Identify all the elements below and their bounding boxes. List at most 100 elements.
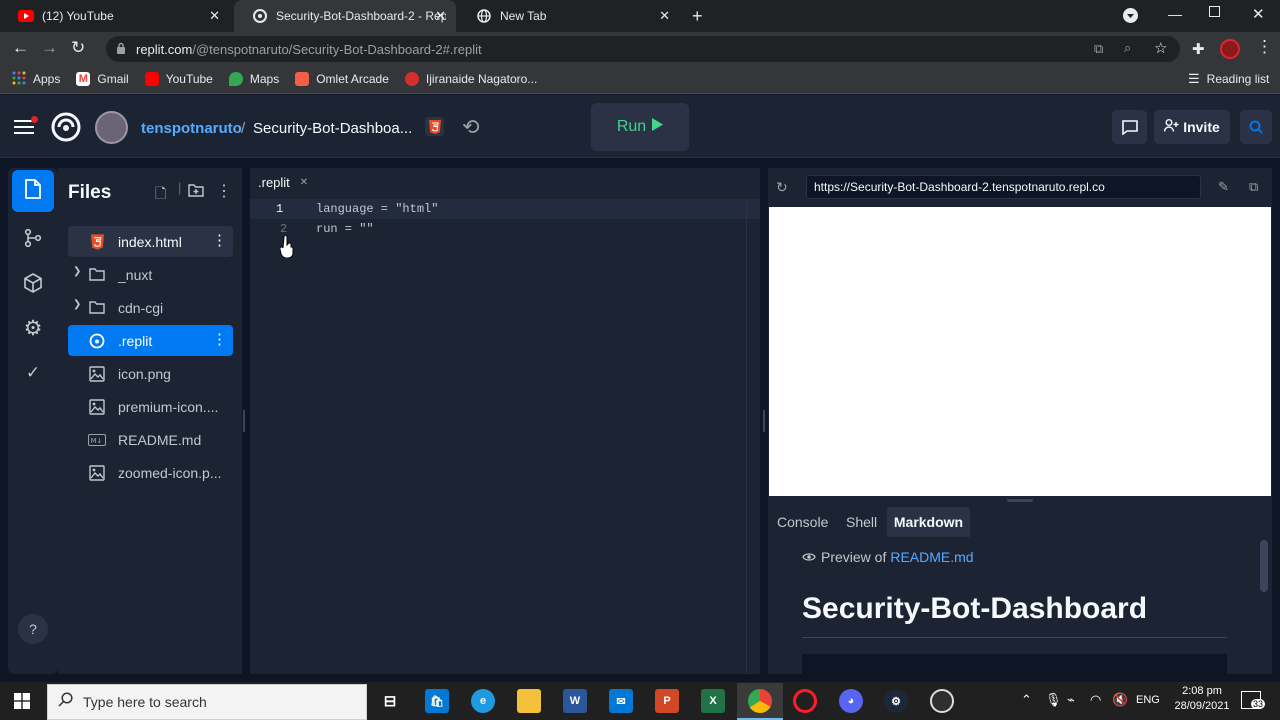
- panel-resize-handle[interactable]: [243, 410, 245, 432]
- chat-icon[interactable]: [1112, 110, 1147, 144]
- preview-file-link[interactable]: README.md: [890, 549, 973, 565]
- folder-item-nuxt[interactable]: ❯ _nuxt: [68, 259, 233, 290]
- refresh-icon[interactable]: ↻: [776, 179, 788, 196]
- repl-name[interactable]: Security-Bot-Dashboa...: [253, 120, 412, 137]
- new-tab-icon[interactable]: +: [692, 6, 703, 27]
- edit-pencil-icon[interactable]: ✎: [1218, 179, 1229, 195]
- restore-icon[interactable]: [1209, 6, 1220, 17]
- packages-icon[interactable]: [21, 271, 45, 295]
- power-icon[interactable]: ⌁: [1067, 692, 1075, 708]
- steam-icon[interactable]: ⚙: [884, 689, 908, 713]
- chevron-right-icon[interactable]: ❯: [73, 266, 81, 277]
- bookmark-star-icon[interactable]: ☆: [1154, 39, 1167, 57]
- editor-tab-replit[interactable]: .replit ✕: [250, 168, 320, 198]
- reload-icon[interactable]: ↻: [71, 38, 85, 58]
- files-tool-button[interactable]: [12, 170, 54, 212]
- preview-scrollbar[interactable]: [1260, 540, 1268, 592]
- mail-icon[interactable]: ✉: [609, 689, 633, 713]
- bookmark-gmail[interactable]: M Gmail: [76, 72, 129, 86]
- tray-chevron-up-icon[interactable]: ⌃: [1021, 692, 1032, 708]
- minimize-icon[interactable]: —: [1168, 6, 1182, 22]
- version-control-icon[interactable]: [21, 226, 45, 250]
- tab-shell[interactable]: Shell: [846, 514, 877, 530]
- notifications-icon[interactable]: 33: [1241, 691, 1266, 709]
- replit-logo-icon[interactable]: [50, 111, 82, 143]
- help-button[interactable]: ?: [18, 614, 48, 644]
- tab-new-tab[interactable]: New Tab ✕: [458, 0, 680, 32]
- profile-avatar[interactable]: [1220, 39, 1240, 59]
- file-item-icon-png[interactable]: icon.png: [68, 358, 233, 389]
- file-explorer-icon[interactable]: [517, 689, 541, 713]
- close-editor-tab-icon[interactable]: ✕: [300, 177, 308, 188]
- file-menu-icon[interactable]: ⋮: [212, 233, 227, 249]
- microphone-icon[interactable]: 🎙: [1045, 692, 1062, 708]
- run-button[interactable]: Run: [591, 103, 689, 151]
- address-bar[interactable]: replit.com /@tenspotnaruto/Security-Bot-…: [106, 36, 1180, 62]
- history-icon[interactable]: ⟲: [462, 115, 480, 140]
- webview-url-input[interactable]: https://Security-Bot-Dashboard-2.tenspot…: [806, 175, 1201, 199]
- bookmark-maps[interactable]: Maps: [228, 72, 279, 86]
- tab-youtube[interactable]: (12) YouTube ✕: [0, 0, 230, 32]
- bookmark-youtube[interactable]: YouTube: [144, 72, 213, 86]
- open-new-window-icon[interactable]: ⧉: [1249, 179, 1258, 195]
- tab-markdown[interactable]: Markdown: [887, 507, 970, 537]
- opera-icon[interactable]: [793, 689, 817, 713]
- user-avatar[interactable]: [95, 111, 128, 144]
- tab-replit[interactable]: Security-Bot-Dashboard-2 - Repl ✕: [234, 0, 456, 32]
- webview-frame[interactable]: [769, 207, 1271, 496]
- editor-scrollbar[interactable]: [746, 199, 760, 674]
- open-in-app-icon[interactable]: ⧉: [1094, 41, 1103, 57]
- file-menu-icon[interactable]: ⋮: [212, 332, 227, 348]
- powerpoint-icon[interactable]: P: [655, 689, 679, 713]
- discord-icon[interactable]: ◕: [839, 689, 863, 713]
- volume-muted-icon[interactable]: 🔇: [1112, 692, 1128, 708]
- username-link[interactable]: tenspotnaruto: [141, 120, 242, 137]
- forward-icon[interactable]: →: [41, 38, 58, 58]
- obs-icon[interactable]: [930, 689, 954, 713]
- word-icon[interactable]: W: [563, 689, 587, 713]
- tab-search-icon[interactable]: [1123, 8, 1138, 23]
- settings-gear-icon[interactable]: ⚙: [21, 316, 45, 340]
- wifi-icon[interactable]: ◠: [1090, 692, 1101, 708]
- hamburger-menu-icon[interactable]: [14, 116, 38, 134]
- reading-list[interactable]: ☰ Reading list: [1188, 71, 1269, 87]
- close-tab-icon[interactable]: ✕: [209, 8, 220, 24]
- chevron-right-icon[interactable]: ❯: [73, 299, 81, 310]
- new-folder-icon[interactable]: [188, 183, 204, 200]
- file-item-premium-icon[interactable]: premium-icon....: [68, 391, 233, 422]
- file-item-readme[interactable]: M↓ README.md: [68, 424, 233, 455]
- bookmark-apps[interactable]: Apps: [12, 71, 60, 88]
- code-line[interactable]: language = "html": [316, 202, 438, 216]
- panel-resize-handle[interactable]: [763, 410, 765, 432]
- excel-icon[interactable]: X: [701, 689, 725, 713]
- search-icon[interactable]: [1240, 110, 1272, 144]
- extensions-icon[interactable]: ✚: [1192, 40, 1205, 58]
- panel-resize-handle[interactable]: [1007, 499, 1033, 502]
- bookmark-ijiranaide[interactable]: Ijiranaide Nagatoro...: [404, 72, 537, 86]
- file-item-index-html[interactable]: index.html ⋮: [68, 226, 233, 257]
- language-indicator[interactable]: ENG: [1136, 694, 1160, 706]
- tab-console[interactable]: Console: [777, 514, 828, 530]
- close-window-icon[interactable]: ✕: [1252, 5, 1265, 23]
- windows-start-icon[interactable]: [14, 693, 30, 714]
- microsoft-store-icon[interactable]: 🛍: [425, 689, 449, 713]
- invite-button[interactable]: Invite: [1154, 110, 1230, 144]
- back-icon[interactable]: ←: [12, 38, 29, 58]
- chrome-icon[interactable]: [748, 689, 772, 713]
- checkmark-icon[interactable]: ✓: [21, 361, 45, 385]
- task-view-icon[interactable]: ⊟: [378, 689, 402, 713]
- files-menu-icon[interactable]: ⋮: [216, 181, 232, 201]
- bookmark-omlet-arcade[interactable]: Omlet Arcade: [295, 72, 389, 86]
- taskbar-search-box[interactable]: Type here to search: [47, 684, 367, 720]
- new-file-icon[interactable]: 🗋: [155, 183, 166, 207]
- zoom-icon[interactable]: ⌕: [1124, 40, 1131, 56]
- close-tab-icon[interactable]: ✕: [435, 8, 446, 24]
- edge-icon[interactable]: e: [471, 689, 495, 713]
- clock[interactable]: 2:08 pm 28/09/2021: [1170, 685, 1234, 712]
- browser-menu-icon[interactable]: ⋮: [1256, 37, 1273, 57]
- close-tab-icon[interactable]: ✕: [659, 8, 670, 24]
- folder-item-cdn-cgi[interactable]: ❯ cdn-cgi: [68, 292, 233, 323]
- file-item-zoomed-icon[interactable]: zoomed-icon.p...: [68, 457, 233, 488]
- code-line[interactable]: run = "": [316, 222, 374, 236]
- file-item-replit[interactable]: .replit ⋮: [68, 325, 233, 356]
